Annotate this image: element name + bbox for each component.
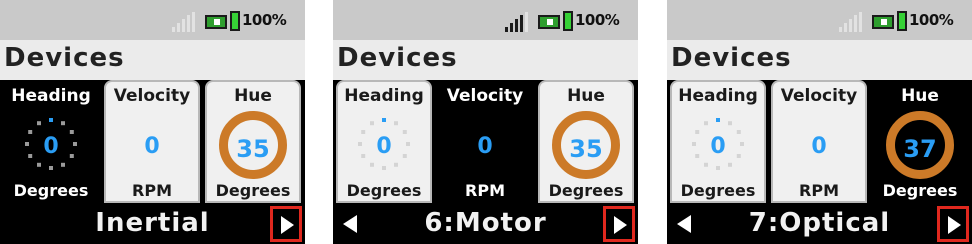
hue-card[interactable]: Hue 35 Degrees	[205, 80, 301, 203]
device-name: 7:Optical	[748, 208, 891, 238]
widget-row: Heading 0 Degrees Velocity 0 RPM Hue 35 …	[333, 78, 638, 203]
hue-unit: Degrees	[882, 181, 958, 200]
signal-icon	[839, 12, 867, 32]
title-bar: Devices	[667, 40, 972, 80]
footer-bar: Inertial	[0, 203, 305, 244]
battery-level-icon	[230, 11, 240, 31]
dial-tick	[49, 166, 53, 170]
dial-tick	[382, 166, 386, 170]
heading-value: 0	[43, 134, 59, 159]
heading-value: 0	[376, 134, 392, 159]
heading-unit: Degrees	[346, 181, 422, 200]
heading-unit: Degrees	[680, 181, 756, 200]
heading-value: 0	[710, 134, 726, 159]
velocity-card[interactable]: Velocity 0 RPM	[771, 80, 867, 203]
heading-card[interactable]: Heading 0 Degrees	[670, 80, 766, 203]
velocity-value: 0	[811, 134, 827, 159]
dial-tick	[37, 162, 41, 167]
heading-label: Heading	[11, 86, 91, 106]
velocity-card[interactable]: Velocity 0 RPM	[437, 80, 533, 203]
heading-unit: Degrees	[13, 181, 89, 200]
widget-row: Heading 0 Degrees Velocity 0 RPM Hue 35 …	[0, 78, 305, 203]
device-name: Inertial	[95, 208, 210, 238]
page-title: Devices	[337, 43, 458, 73]
widget-row: Heading 0 Degrees Velocity 0 RPM Hue 37 …	[667, 78, 972, 203]
battery-icon	[538, 15, 560, 29]
footer-bar: 6:Motor	[333, 203, 638, 244]
heading-card[interactable]: Heading 0 Degrees	[336, 80, 432, 203]
heading-label: Heading	[678, 86, 758, 106]
dial-tick	[394, 162, 398, 167]
battery-icon	[205, 15, 227, 29]
velocity-label: Velocity	[113, 86, 191, 106]
device-name: 6:Motor	[424, 208, 547, 238]
hue-value: 37	[903, 135, 937, 163]
page-title: Devices	[4, 43, 125, 73]
title-bar: Devices	[333, 40, 638, 80]
hue-label: Hue	[567, 86, 605, 106]
battery-icon	[872, 15, 894, 29]
velocity-label: Velocity	[780, 86, 858, 106]
dial-tick	[728, 121, 732, 126]
next-device-button[interactable]	[937, 206, 969, 242]
brain-screen-optical: 100% Devices Heading 0 Degrees Velocity …	[667, 0, 972, 244]
page-title: Devices	[671, 43, 792, 73]
dial-tick	[382, 118, 386, 122]
next-arrow-icon	[281, 216, 294, 234]
dial-tick	[728, 162, 732, 167]
brain-screen-inertial: 100% Devices Heading 0 Degrees Velocity …	[0, 0, 305, 244]
dial-tick	[716, 166, 720, 170]
dial-tick	[370, 162, 374, 167]
hue-label: Hue	[234, 86, 272, 106]
velocity-unit: RPM	[799, 181, 839, 200]
battery-percent: 100%	[242, 11, 287, 29]
next-device-button[interactable]	[270, 206, 302, 242]
heading-card[interactable]: Heading 0 Degrees	[3, 80, 99, 203]
velocity-unit: RPM	[465, 181, 505, 200]
hue-value: 35	[569, 135, 603, 163]
velocity-card[interactable]: Velocity 0 RPM	[104, 80, 200, 203]
dial-tick	[61, 121, 65, 126]
battery-percent: 100%	[909, 11, 954, 29]
velocity-value: 0	[477, 134, 493, 159]
next-device-button[interactable]	[603, 206, 635, 242]
status-bar: 100%	[333, 0, 638, 40]
hue-value: 35	[236, 135, 270, 163]
dial-tick	[716, 118, 720, 122]
hue-unit: Degrees	[548, 181, 624, 200]
battery-level-icon	[897, 11, 907, 31]
dial-tick	[704, 121, 708, 126]
status-bar: 100%	[667, 0, 972, 40]
next-arrow-icon	[948, 216, 961, 234]
footer-bar: 7:Optical	[667, 203, 972, 244]
signal-icon	[505, 12, 533, 32]
dial-tick	[37, 121, 41, 126]
velocity-unit: RPM	[132, 181, 172, 200]
brain-screen-motor: 100% Devices Heading 0 Degrees Velocity …	[333, 0, 638, 244]
dial-tick	[704, 162, 708, 167]
hue-card[interactable]: Hue 35 Degrees	[538, 80, 634, 203]
hue-card[interactable]: Hue 37 Degrees	[872, 80, 968, 203]
heading-label: Heading	[344, 86, 424, 106]
dial-tick	[394, 121, 398, 126]
dial-tick	[370, 121, 374, 126]
battery-level-icon	[563, 11, 573, 31]
battery-percent: 100%	[575, 11, 620, 29]
title-bar: Devices	[0, 40, 305, 80]
velocity-value: 0	[144, 134, 160, 159]
signal-icon	[172, 12, 200, 32]
next-arrow-icon	[614, 216, 627, 234]
velocity-label: Velocity	[446, 86, 524, 106]
hue-label: Hue	[901, 86, 939, 106]
dial-tick	[61, 162, 65, 167]
status-bar: 100%	[0, 0, 305, 40]
dial-tick	[49, 118, 53, 122]
hue-unit: Degrees	[215, 181, 291, 200]
